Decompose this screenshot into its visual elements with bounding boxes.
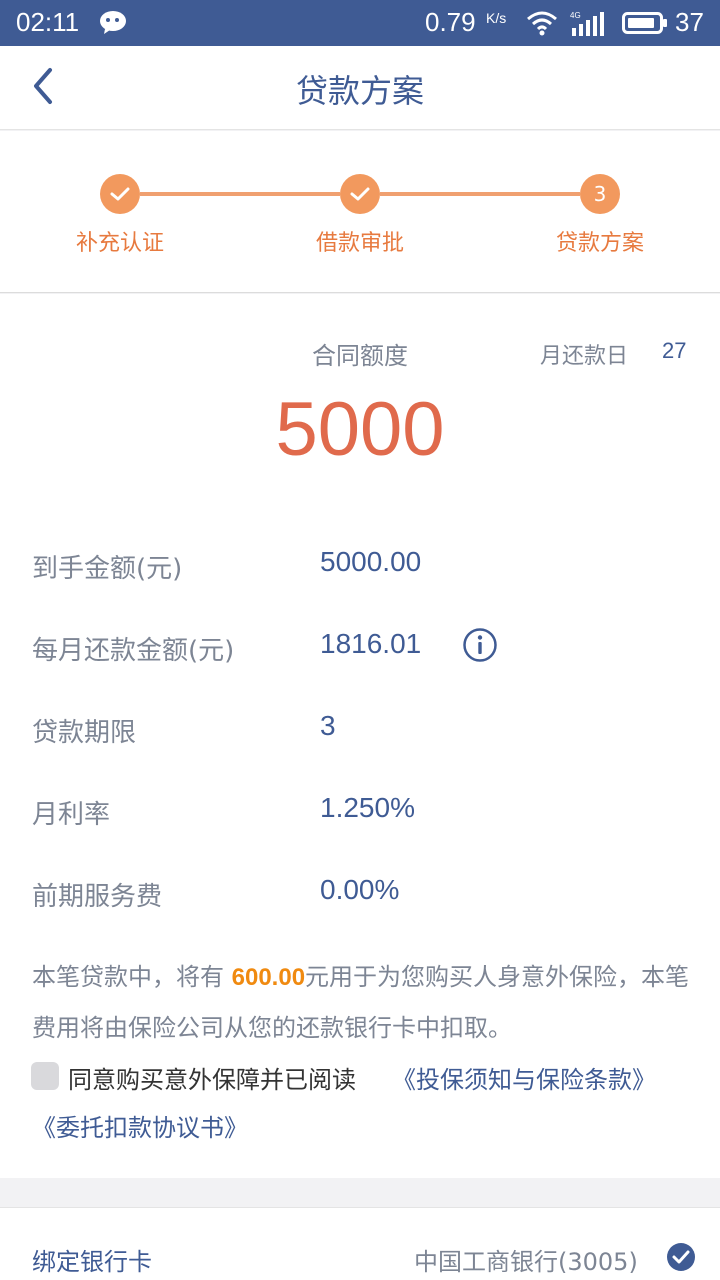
nav-bar: 贷款方案 <box>0 46 720 130</box>
service-fee-label: 前期服务费 <box>32 882 163 912</box>
step-1-label: 补充认证 <box>75 231 164 256</box>
insurance-notice: 本笔贷款中，将有 600.00元用于为您购买人身意外保险，本笔费用将由保险公司从… <box>32 952 692 1053</box>
step-1-indicator <box>100 174 140 214</box>
bank-card-label: 绑定银行卡 <box>32 1248 152 1276</box>
agree-checkbox[interactable] <box>31 1062 59 1090</box>
debit-agreement-link[interactable]: 《委托扣款协议书》 <box>32 1108 248 1143</box>
step-connector <box>380 192 580 196</box>
monthly-repayment-label: 每月还款金额(元) <box>32 636 235 666</box>
wifi-icon <box>527 11 557 36</box>
signal-icon: 4G <box>570 11 604 36</box>
bank-card-value: 中国工商银行(3005) <box>414 1248 638 1276</box>
service-fee-value: 0.00% <box>320 874 400 905</box>
step-2-indicator <box>340 174 380 214</box>
network-speed-unit: K/s <box>486 10 507 26</box>
step-2-label: 借款审批 <box>315 231 404 256</box>
wechat-icon <box>100 11 126 34</box>
bank-card-row[interactable]: 绑定银行卡 中国工商银行(3005) <box>0 1207 720 1280</box>
loan-term-label: 贷款期限 <box>32 718 137 748</box>
received-amount-value: 5000.00 <box>320 546 422 577</box>
check-circle-icon <box>667 1243 695 1271</box>
status-time: 02:11 <box>16 7 80 37</box>
repay-day-value: 27 <box>662 338 687 363</box>
step-connector <box>140 192 340 196</box>
received-amount-label: 到手金额(元) <box>32 554 183 584</box>
monthly-rate-value: 1.250% <box>320 792 415 823</box>
notice-prefix: 本笔贷款中，将有 <box>32 963 232 991</box>
insurance-amount: 600.00 <box>231 964 306 991</box>
info-icon[interactable] <box>462 627 498 663</box>
step-3-label: 贷款方案 <box>555 231 644 256</box>
insurance-terms-link[interactable]: 《投保须知与保险条款》 <box>392 1060 656 1095</box>
loan-term-value: 3 <box>320 710 336 741</box>
progress-steps: 3 补充认证 借款审批 贷款方案 <box>0 131 720 293</box>
battery-icon <box>622 12 667 34</box>
monthly-rate-label: 月利率 <box>32 800 111 830</box>
status-bar: 02:11 0.79 K/s 4G 37 <box>0 0 720 46</box>
check-icon <box>350 187 370 201</box>
monthly-repayment-value: 1816.01 <box>320 628 422 659</box>
repay-day-label: 月还款日 <box>540 344 629 369</box>
step-3-indicator: 3 <box>580 174 620 214</box>
check-icon <box>110 187 130 201</box>
network-speed: 0.79 <box>425 7 476 37</box>
agree-text: 同意购买意外保障并已阅读 <box>68 1066 356 1094</box>
loan-plan-card: 合同额度 月还款日 27 5000 到手金额(元) 5000.00 每月还款金额… <box>0 294 720 1178</box>
battery-level: 37 <box>675 7 704 37</box>
network-type: 4G <box>570 11 581 20</box>
page-title: 贷款方案 <box>295 72 424 110</box>
contract-amount: 5000 <box>275 387 445 472</box>
